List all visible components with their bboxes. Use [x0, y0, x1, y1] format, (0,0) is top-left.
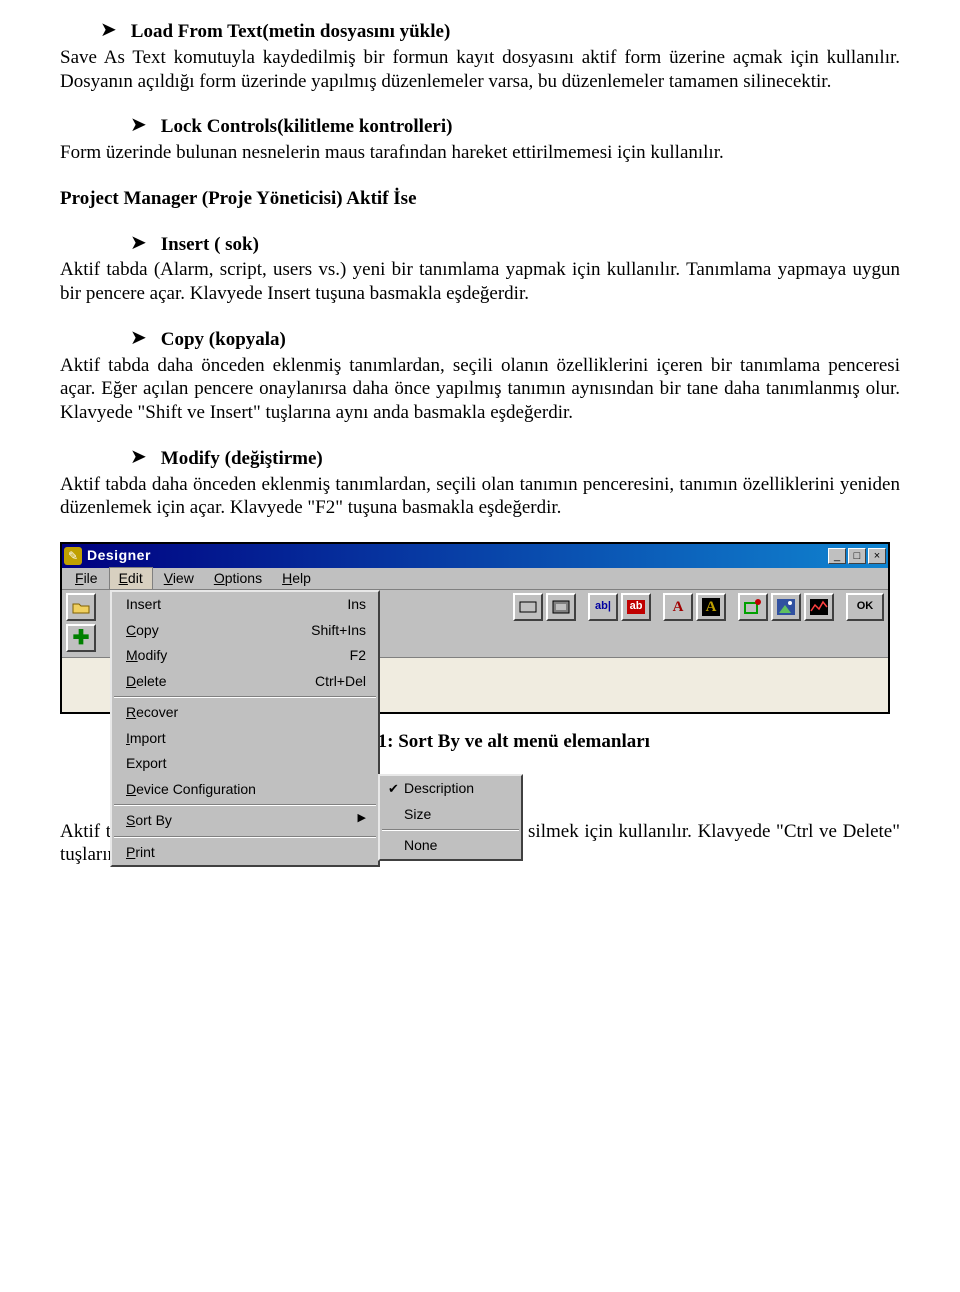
submenu-none[interactable]: None [380, 833, 521, 859]
bullet-4-title: Copy (kopyala) [161, 328, 286, 352]
tool-rect-icon[interactable] [513, 593, 543, 621]
tool-textbox-icon[interactable]: ab| [588, 593, 618, 621]
titlebar-title: Designer [87, 547, 828, 565]
menubar: File Edit View Options Help [62, 568, 888, 590]
menu-print[interactable]: Print [112, 840, 378, 866]
menu-insert[interactable]: Insert Ins [112, 592, 378, 618]
add-icon[interactable]: ✚ [66, 624, 96, 652]
designer-window: ✎ Designer _ □ × File Edit View Options … [60, 542, 890, 714]
menu-device-configuration[interactable]: Device Configuration [112, 777, 378, 803]
bullet-3-body: Aktif tabda (Alarm, script, users vs.) y… [60, 258, 900, 306]
bullet-arrow-icon: ➤ [130, 233, 147, 253]
menu-recover[interactable]: Recover [112, 700, 378, 726]
tool-label-icon[interactable]: ab [621, 593, 651, 621]
menu-sort-by[interactable]: Sort By ▶ [112, 808, 378, 834]
menu-separator [114, 696, 376, 698]
tool-text-a-dark-icon[interactable]: A [696, 593, 726, 621]
menubar-edit[interactable]: Edit [109, 567, 153, 591]
bullet-3-title: Insert ( sok) [161, 233, 259, 257]
menu-copy[interactable]: Copy Shift+Ins [112, 618, 378, 644]
menu-modify[interactable]: Modify F2 [112, 643, 378, 669]
menu-separator [114, 836, 376, 838]
check-icon: ✔ [388, 781, 404, 797]
bullet-1-title: Load From Text(metin dosyasını yükle) [131, 20, 451, 44]
app-icon: ✎ [64, 547, 82, 565]
submenu-size[interactable]: Size [380, 802, 521, 828]
tool-frame-icon[interactable] [738, 593, 768, 621]
menubar-help[interactable]: Help [273, 568, 320, 590]
menu-export[interactable]: Export [112, 751, 378, 777]
bullet-arrow-icon: ➤ [130, 328, 147, 348]
submenu-description[interactable]: ✔ Description [380, 776, 521, 802]
tool-container-icon[interactable] [546, 593, 576, 621]
menubar-options[interactable]: Options [205, 568, 271, 590]
bullet-arrow-icon: ➤ [130, 115, 147, 135]
submenu-arrow-icon: ▶ [358, 812, 366, 830]
menu-separator [382, 829, 519, 831]
pm-heading: Project Manager (Proje Yöneticisi) Aktif… [60, 187, 900, 211]
bullet-1-body: Save As Text komutuyla kaydedilmiş bir f… [60, 46, 900, 94]
tool-ok-icon[interactable]: OK [846, 593, 884, 621]
minimize-button[interactable]: _ [828, 548, 846, 564]
tool-chart-icon[interactable] [804, 593, 834, 621]
tool-image-icon[interactable] [771, 593, 801, 621]
bullet-5-body: Aktif tabda daha önceden eklenmiş tanıml… [60, 473, 900, 521]
close-button[interactable]: × [868, 548, 886, 564]
edit-dropdown: Insert Ins Copy Shift+Ins Modify F2 Dele… [110, 590, 380, 867]
menubar-view[interactable]: View [155, 568, 203, 590]
maximize-button[interactable]: □ [848, 548, 866, 564]
menu-import[interactable]: Import [112, 726, 378, 752]
tool-text-a-icon[interactable]: A [663, 593, 693, 621]
sortby-submenu: ✔ Description Size None [378, 774, 523, 861]
menu-delete[interactable]: Delete Ctrl+Del [112, 669, 378, 695]
bullet-5-title: Modify (değiştirme) [161, 447, 323, 471]
bullet-arrow-icon: ➤ [100, 20, 117, 40]
menubar-file[interactable]: File [66, 568, 107, 590]
menu-separator [114, 804, 376, 806]
bullet-4-body: Aktif tabda daha önceden eklenmiş tanıml… [60, 354, 900, 425]
bullet-arrow-icon: ➤ [130, 447, 147, 467]
open-icon[interactable] [66, 593, 96, 621]
titlebar[interactable]: ✎ Designer _ □ × [62, 544, 888, 568]
bullet-2-title: Lock Controls(kilitleme kontrolleri) [161, 115, 453, 139]
bullet-2-body: Form üzerinde bulunan nesnelerin maus ta… [60, 141, 900, 165]
